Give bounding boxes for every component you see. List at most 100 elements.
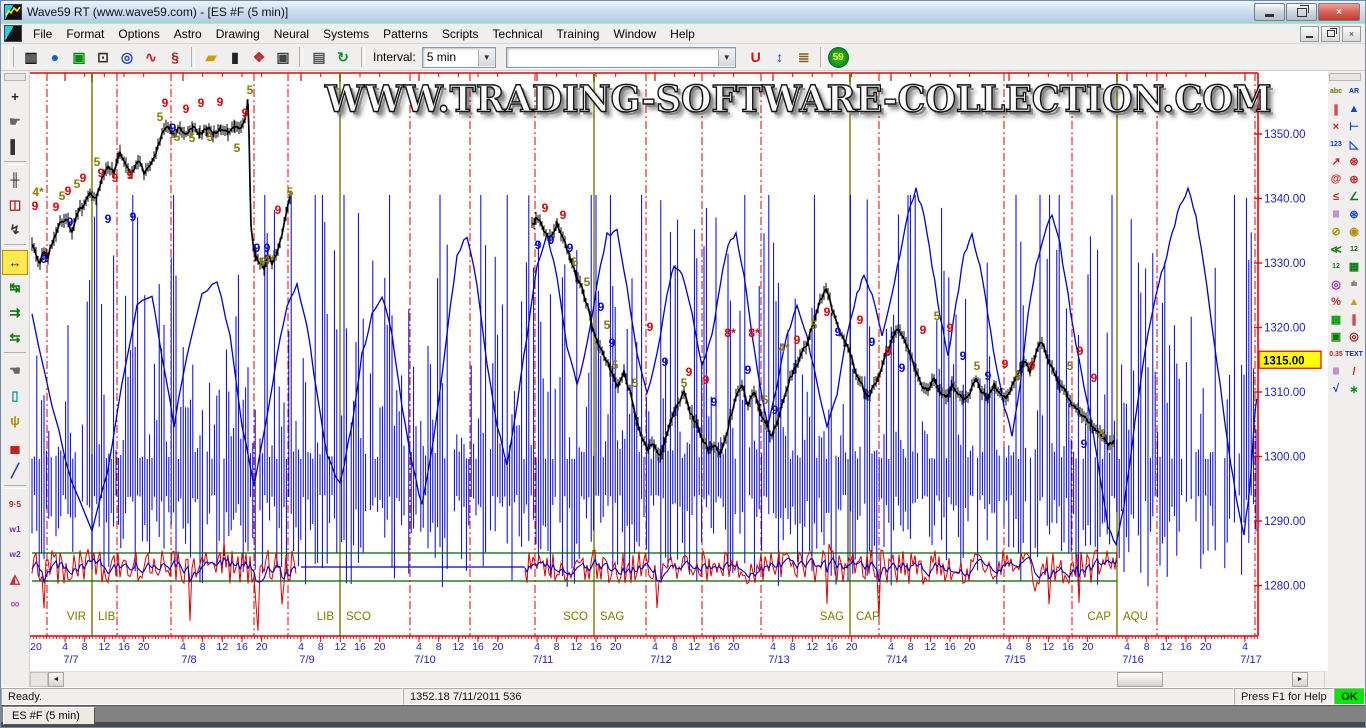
menu-technical[interactable]: Technical: [486, 26, 550, 42]
count-12-tool[interactable]: 12: [1327, 258, 1345, 276]
menu-drawing[interactable]: Drawing: [209, 26, 267, 42]
purple-spiral-tool[interactable]: ◎: [1327, 276, 1345, 294]
gann-fan-tool[interactable]: ⊛: [1345, 206, 1363, 224]
chevron-down-icon[interactable]: ▼: [718, 49, 735, 66]
ohlc-bars-style[interactable]: ╫: [2, 167, 28, 192]
checker-square-tool[interactable]: ▦: [1345, 258, 1363, 276]
delete-trash-tool[interactable]: ▯: [2, 383, 28, 408]
mdi-restore-button[interactable]: [1321, 26, 1340, 42]
auto-run-tool[interactable]: AR: [1345, 83, 1363, 101]
astro-fly-tool[interactable]: ∗: [1345, 381, 1363, 399]
refresh-icon[interactable]: ↻: [331, 45, 355, 69]
interval-select[interactable]: 5 min ▼: [422, 47, 496, 68]
horizontal-scrollbar[interactable]: ◄ ►: [30, 671, 1324, 687]
chart-window-icon[interactable]: [4, 25, 22, 42]
parallel-hatch-tool[interactable]: ∥: [1327, 101, 1345, 119]
diagonal-line-tool[interactable]: /: [1345, 363, 1363, 381]
menu-neural[interactable]: Neural: [267, 26, 316, 42]
data-truck-tool[interactable]: ▄: [2, 433, 28, 458]
minimize-button[interactable]: [1254, 3, 1285, 21]
expand-bars-tool[interactable]: ⇆: [2, 325, 28, 350]
ruler-12-tool[interactable]: 12: [1345, 241, 1363, 259]
menu-systems[interactable]: Systems: [316, 26, 376, 42]
open-chart-icon[interactable]: ▰: [199, 45, 223, 69]
menu-astro[interactable]: Astro: [167, 26, 209, 42]
menu-patterns[interactable]: Patterns: [376, 26, 435, 42]
save-icon[interactable]: ▮: [223, 45, 247, 69]
vertical-lines-tool[interactable]: |||: [1327, 206, 1345, 224]
title-bar[interactable]: Wave59 RT (www.wave59.com) - [ES #F (5 m…: [1, 1, 1365, 24]
price-chart[interactable]: 20481216207/7481216207/8481216207/948121…: [30, 71, 1328, 671]
nine-five-count-tool[interactable]: 9·5: [2, 491, 28, 516]
hatch-lines-tool[interactable]: ∥: [1345, 311, 1363, 329]
ellipse-tool[interactable]: ⊘: [1327, 223, 1345, 241]
target-circle-tool[interactable]: ◎: [1345, 328, 1363, 346]
close-button[interactable]: ×: [1318, 3, 1360, 21]
trend-arrow-tool[interactable]: ↗: [1327, 153, 1345, 171]
planet-circle-tool[interactable]: ⊕: [1345, 171, 1363, 189]
numbers-123-tool[interactable]: 123: [1327, 136, 1345, 154]
value-035-tool[interactable]: 0.35: [1327, 346, 1345, 364]
honeycomb-tool[interactable]: ◉: [1345, 223, 1363, 241]
pan-hand-tool[interactable]: ☛: [2, 109, 28, 134]
bars-lines-tool[interactable]: |||: [1327, 363, 1345, 381]
histogram-tool[interactable]: ılı: [1345, 276, 1363, 294]
spiral-tool[interactable]: @: [1327, 171, 1345, 189]
menu-window[interactable]: Window: [606, 26, 663, 42]
crosshair-tool[interactable]: +: [2, 84, 28, 109]
pointer-hand-tool[interactable]: ☚: [2, 358, 28, 383]
wave2-tool[interactable]: w2: [2, 541, 28, 566]
percent-tool[interactable]: %: [1327, 293, 1345, 311]
pitchfork-angle-tool[interactable]: ∠: [1345, 188, 1363, 206]
scroll-right-button[interactable]: ►: [1292, 672, 1308, 687]
triangle-123-tool[interactable]: ◺: [1345, 136, 1363, 154]
menu-format[interactable]: Format: [59, 26, 111, 42]
menu-scripts[interactable]: Scripts: [435, 26, 486, 42]
pattern-tool[interactable]: ◭: [2, 566, 28, 591]
palette-icon[interactable]: ❖: [247, 45, 271, 69]
cross-lines-tool[interactable]: ×: [1327, 118, 1345, 136]
candlestick-style[interactable]: ◫: [2, 192, 28, 217]
alert-triangle-tool[interactable]: ▲: [1345, 293, 1363, 311]
toolbar-grip[interactable]: [8, 47, 14, 67]
print-icon[interactable]: ▤: [307, 45, 331, 69]
zoom-extents-tool[interactable]: ↔: [2, 250, 28, 275]
menu-training[interactable]: Training: [550, 26, 607, 42]
cycle-wave-tool[interactable]: ∞: [2, 591, 28, 616]
compress-bars-tool[interactable]: ↹: [2, 275, 28, 300]
wave1-tool[interactable]: w1: [2, 516, 28, 541]
ray-fan-tool[interactable]: ≪: [1327, 241, 1345, 259]
mdi-close-button[interactable]: ×: [1342, 26, 1361, 42]
symbol-combobox[interactable]: ▼: [506, 47, 736, 68]
text-tool[interactable]: TEXT: [1345, 346, 1363, 364]
mdi-minimize-button[interactable]: [1300, 26, 1319, 42]
new-chart-icon[interactable]: ▥: [19, 45, 43, 69]
draw-line-tool[interactable]: ╱: [2, 458, 28, 483]
menu-options[interactable]: Options: [111, 26, 166, 42]
chevron-down-icon[interactable]: ▼: [478, 49, 495, 66]
square-spiral-tool[interactable]: ▣: [1327, 328, 1345, 346]
world-markets-icon[interactable]: ●: [43, 45, 67, 69]
ok-status-badge[interactable]: OK: [1334, 688, 1365, 705]
bar-width-tool[interactable]: ⇉: [2, 300, 28, 325]
asterisk-circle-tool[interactable]: ⊛: [1345, 153, 1363, 171]
chart-area[interactable]: 20481216207/7481216207/8481216207/948121…: [30, 71, 1328, 671]
pyramid-tool[interactable]: ▲: [1345, 101, 1363, 119]
ibeam-tool[interactable]: ▌: [2, 134, 28, 159]
menu-help[interactable]: Help: [663, 26, 702, 42]
right-toolbar-grip[interactable]: [1329, 73, 1361, 81]
scripts-icon[interactable]: §: [163, 45, 187, 69]
scrollbar-thumb[interactable]: [1117, 672, 1163, 687]
gann-square-icon[interactable]: ▣: [67, 45, 91, 69]
monitor-icon[interactable]: ⊡: [91, 45, 115, 69]
restore-button[interactable]: [1286, 3, 1317, 21]
menu-file[interactable]: File: [26, 26, 59, 42]
notes-icon[interactable]: ≣: [792, 45, 816, 69]
left-toolbar-grip[interactable]: [4, 73, 26, 81]
less-equal-tool[interactable]: ≤: [1327, 188, 1345, 206]
angles-icon[interactable]: ∿: [139, 45, 163, 69]
vertical-fit-icon[interactable]: ↕: [768, 45, 792, 69]
wrench-settings-tool[interactable]: ψ: [2, 408, 28, 433]
scroll-left-button[interactable]: ◄: [48, 672, 64, 687]
bar-ruler-tool[interactable]: ⊢: [1345, 118, 1363, 136]
